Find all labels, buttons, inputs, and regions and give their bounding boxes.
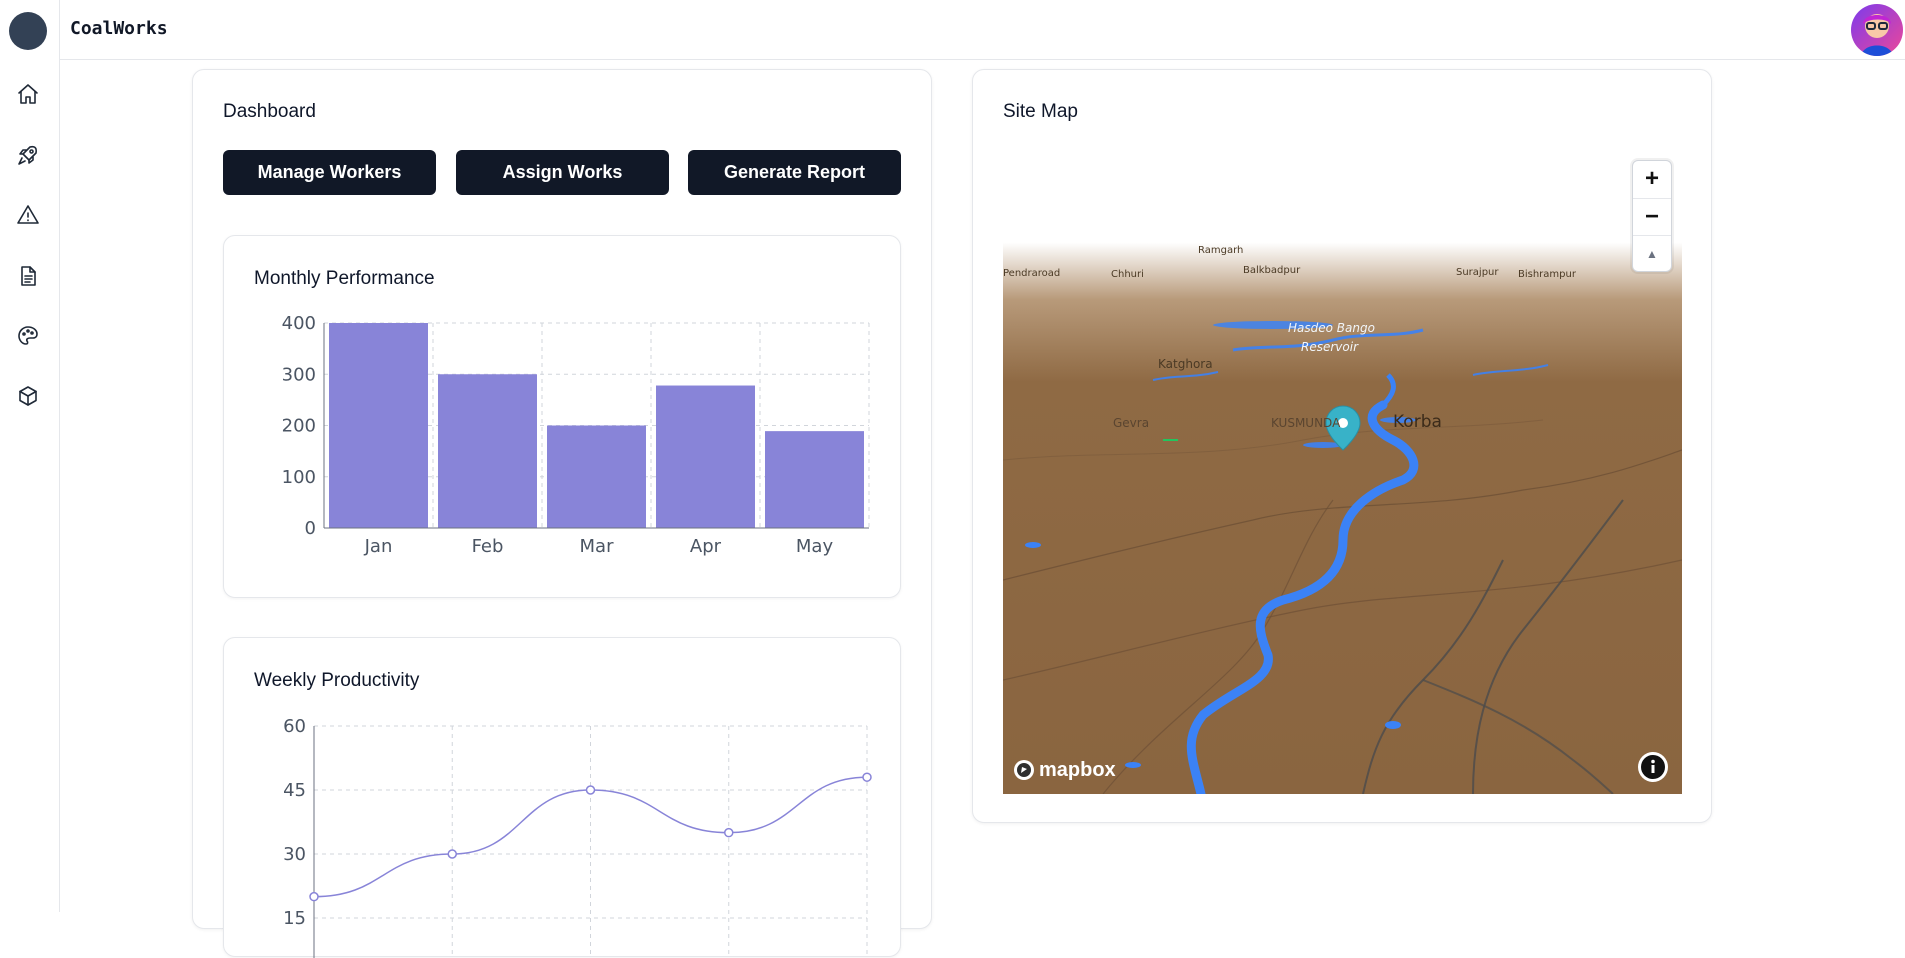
map-label-katghora: Katghora (1158, 357, 1213, 371)
map-label-balkbadpur: Balkbadpur (1243, 265, 1301, 276)
data-point-w1 (309, 891, 319, 902)
data-point-w2 (447, 849, 457, 859)
map-label-chhuri: Chhuri (1111, 269, 1144, 280)
dashboard-title: Dashboard (223, 101, 316, 122)
mapbox-logo-icon (1014, 760, 1034, 780)
map-label-gevra: Gevra (1113, 416, 1150, 430)
sidebar (0, 0, 60, 912)
map-label-reservoir: Reservoir (1301, 340, 1358, 354)
weekly-productivity-chart: 15 30 45 60 (283, 716, 872, 958)
zoom-out-button[interactable]: − (1633, 198, 1671, 234)
weekly-productivity-card: Weekly Productivity 15 30 45 60 (223, 637, 901, 958)
compass-button[interactable]: ▲ (1633, 235, 1671, 271)
monthly-performance-card: Monthly Performance 0 100 200 300 400 Jan Feb M… (223, 235, 901, 598)
rocket-icon[interactable] (14, 141, 42, 169)
site-map[interactable]: Korba KUSMUNDA Gevra Katghora Hasdeo Ban… (1003, 160, 1682, 794)
top-bar: CoalWorks (60, 0, 1905, 60)
app-logo[interactable] (9, 12, 47, 50)
document-icon[interactable] (14, 262, 42, 290)
map-label-bishrampur: Bishrampur (1518, 269, 1576, 280)
home-icon[interactable] (14, 80, 42, 108)
mapbox-attribution[interactable]: mapbox (1012, 758, 1116, 782)
info-icon[interactable] (1638, 752, 1668, 782)
generate-report-button[interactable]: Generate Report (688, 150, 901, 195)
warning-icon[interactable] (14, 201, 42, 229)
map-label-ramgarh: Ramgarh (1198, 245, 1244, 256)
mapbox-logo-text: mapbox (1039, 758, 1116, 781)
y-tick-label: 45 (283, 780, 306, 801)
dashboard-card: Dashboard Manage Workers Assign Works Ge… (192, 69, 932, 958)
y-tick-label: 100 (282, 467, 316, 488)
brand-name: CoalWorks (70, 18, 168, 39)
map-label-kusmunda: KUSMUNDA (1271, 416, 1341, 430)
cube-icon[interactable] (14, 382, 42, 410)
data-point-w3 (585, 785, 596, 795)
map-navigation-control: + − ▲ (1632, 160, 1672, 272)
map-label-korba: Korba (1393, 412, 1442, 432)
site-map-card: Site Map Korba KUSMUNDA Gevra Katghora H… (972, 69, 1712, 823)
bar-apr (656, 385, 755, 528)
data-point-w4 (724, 827, 734, 838)
x-tick-label: Mar (580, 536, 615, 557)
y-tick-label: 0 (305, 518, 316, 539)
assign-works-button[interactable]: Assign Works (456, 150, 669, 195)
y-tick-label: 60 (283, 716, 306, 737)
palette-icon[interactable] (14, 322, 42, 350)
monthly-performance-chart: 0 100 200 300 400 Jan Feb Mar Apr May (282, 313, 870, 557)
bar-mar (547, 425, 646, 528)
site-map-title: Site Map (1003, 101, 1078, 122)
bar-may (765, 431, 864, 528)
bar-jan (329, 323, 428, 528)
y-tick-label: 200 (282, 416, 316, 437)
y-tick-label: 15 (283, 908, 306, 929)
user-avatar[interactable] (1851, 4, 1903, 56)
x-tick-label: Jan (364, 536, 393, 557)
x-tick-label: May (796, 536, 834, 557)
data-point-w5 (862, 772, 872, 782)
manage-workers-button[interactable]: Manage Workers (223, 150, 436, 195)
terrain-map (1003, 160, 1682, 794)
y-tick-label: 400 (282, 313, 316, 334)
bar-feb (438, 374, 537, 528)
y-tick-label: 300 (282, 364, 316, 385)
map-label-surajpur: Surajpur (1456, 267, 1499, 278)
y-tick-label: 30 (283, 844, 306, 865)
x-tick-label: Apr (690, 536, 722, 557)
map-label-pendraroad: Pendraroad (1003, 268, 1061, 279)
map-label-hasdeo: Hasdeo Bango (1288, 321, 1375, 335)
zoom-in-button[interactable]: + (1633, 161, 1671, 197)
x-tick-label: Feb (472, 536, 504, 557)
